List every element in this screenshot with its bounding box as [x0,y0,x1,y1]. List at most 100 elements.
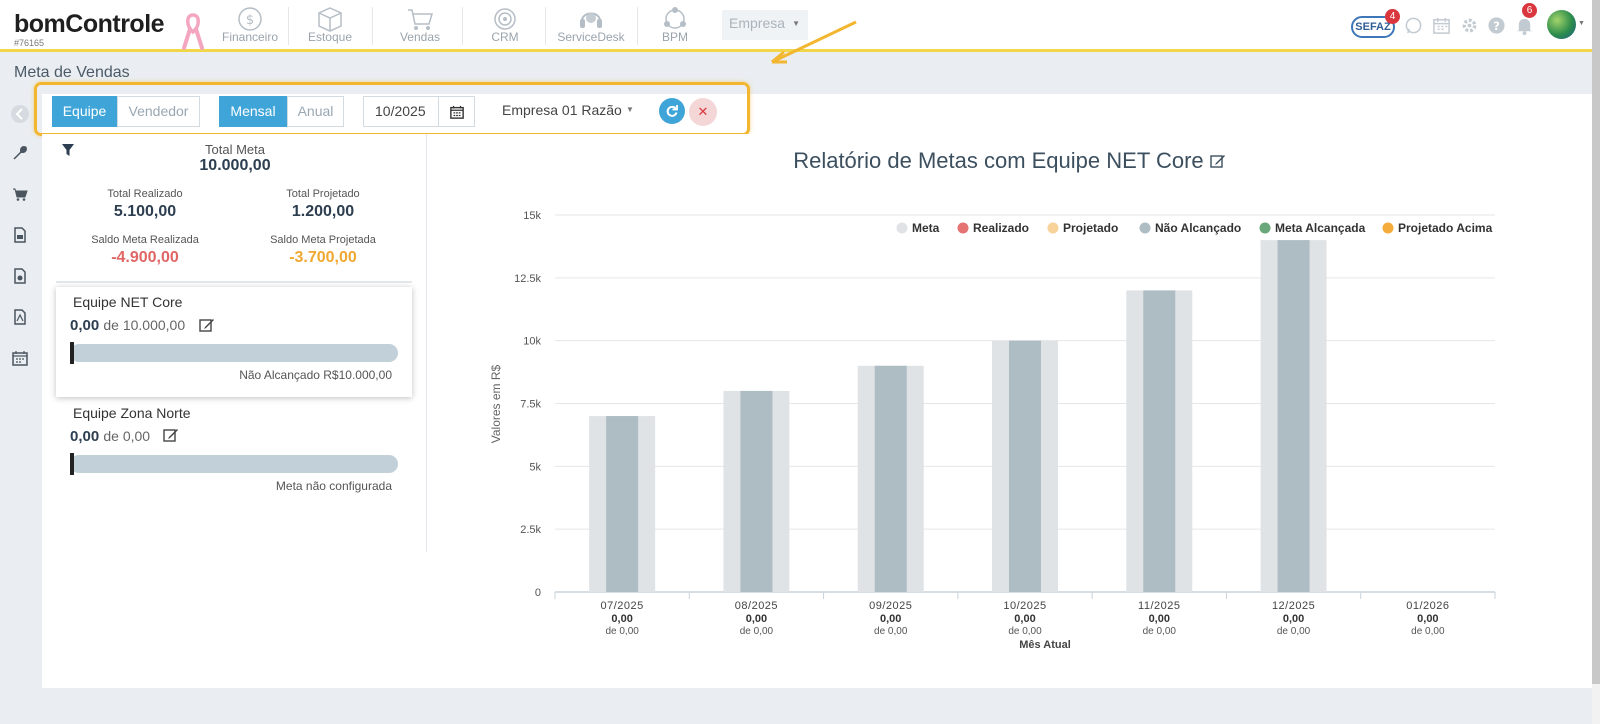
team-progress-bar [70,455,398,473]
saldo-projetada-label: Saldo Meta Projetada [270,234,376,246]
nav-divider [288,7,289,45]
total-realizado-value: 5.100,00 [113,203,177,220]
bell-icon[interactable] [1515,16,1534,35]
caret-down-icon: ▼ [1578,20,1585,27]
legend-marker [1382,222,1394,234]
team-realizado: 0,00 [70,317,100,334]
nav-divider [545,7,546,45]
x-tick-label: 12/2025 [1272,600,1315,612]
x-tick-meta: de 0,00 [1277,626,1311,637]
team-card-net-core[interactable]: Equipe NET Core 0,00 de 10.000,00 Não Al… [56,287,412,397]
sefaz-badge: 4 [1385,9,1400,24]
metas-bar-chart: 0 2.5k 5k 7.5k 10k 12.5k 15k Valores em R$ 07/20… [489,210,1496,651]
svg-text:?: ? [1493,19,1500,33]
legend-label: Meta Alcançada [1275,221,1366,235]
nav-crm[interactable]: CRM [475,0,535,49]
x-tick-realizado: 0,00 [880,613,901,625]
team-card-zona-norte[interactable]: Equipe Zona Norte 0,00 de 0,00 Meta não … [56,397,412,507]
calendar-icon[interactable] [1432,16,1451,35]
notifications-badge: 6 [1522,3,1537,18]
x-tick-realizado: 0,00 [611,613,632,625]
nav-bpm[interactable]: BPM [645,0,705,49]
account-id: #76165 [14,38,45,48]
filter-icon[interactable] [61,143,75,157]
nav-financeiro[interactable]: $ Financeiro [218,0,282,49]
document-chart-icon[interactable] [12,268,28,284]
nav-servicedesk[interactable]: ServiceDesk [553,0,629,49]
bar-nao-alcancado [740,390,773,592]
x-tick-label: 09/2025 [869,600,912,612]
bar-nao-alcancado [874,365,907,592]
page-scrollbar[interactable] [1592,0,1600,724]
calendar-icon[interactable] [12,350,28,366]
x-tick-meta: de 0,00 [874,626,908,637]
bar-nao-alcancado [606,416,639,592]
legend-marker [957,222,969,234]
saldo-realizada-label: Saldo Meta Realizada [91,234,199,246]
x-tick-label: 11/2025 [1138,600,1180,612]
cart-icon [408,9,434,30]
nav-label: CRM [491,30,519,44]
nav-vendas[interactable]: Vendas [388,0,452,49]
page-title: Meta de Vendas [14,64,130,81]
edit-icon[interactable] [163,427,179,443]
y-tick-label: 12.5k [514,273,541,285]
total-meta-label: Total Meta [205,142,265,157]
target-icon [494,8,516,30]
nav-label: Estoque [307,30,353,44]
team-meta: de 10.000,00 [103,317,186,333]
y-tick-label: 0 [535,587,541,599]
legend-label: Não Alcançado [1155,221,1241,235]
dollar-coin-icon: $ [238,7,262,31]
headset-icon [580,12,602,28]
x-tick-label: 07/2025 [601,600,644,612]
cart-icon[interactable] [12,186,28,202]
x-tick-meta: de 0,00 [740,626,774,637]
team-status: Não Alcançado R$10.000,00 [239,368,392,382]
annotation-arrow [771,20,857,64]
summary-divider [56,281,412,283]
saldo-projetada-value: -3.700,00 [289,249,357,266]
x-tick-meta: de 0,00 [1411,626,1445,637]
app-logo[interactable]: bomControle [14,10,165,39]
team-progress-fill [70,453,74,475]
collapse-icon[interactable] [10,104,30,124]
total-realizado-label: Total Realizado [107,188,183,200]
scrollbar-thumb[interactable] [1592,0,1600,684]
x-tick-realizado: 0,00 [1014,613,1035,625]
x-tick-meta: de 0,00 [1008,626,1042,637]
nav-divider [372,7,373,45]
team-amount: 0,00 de 10.000,00 [70,317,185,334]
x-tick-label: 01/2026 [1406,600,1449,612]
y-tick-label: 2.5k [520,524,541,536]
nav-label: BPM [661,30,688,44]
help-icon[interactable]: ? [1487,16,1506,35]
svg-text:$: $ [246,13,254,28]
nav-estoque[interactable]: Estoque [298,0,362,49]
edit-icon[interactable] [199,317,215,333]
team-name: Equipe Zona Norte [73,405,191,421]
team-realizado: 0,00 [70,428,100,445]
wrench-icon[interactable] [12,145,28,161]
team-progress-bar [70,344,398,362]
nav-divider [462,7,463,45]
total-projetado-label: Total Projetado [286,188,360,200]
user-avatar[interactable] [1547,10,1576,39]
pdf-document-icon[interactable] [12,309,28,325]
document-report-icon[interactable] [12,227,28,243]
legend-label: Projetado [1063,221,1118,235]
x-tick-realizado: 0,00 [1417,613,1438,625]
nav-label: ServiceDesk [557,30,625,44]
bar-nao-alcancado [1009,340,1041,592]
legend-marker [1047,222,1059,234]
total-projetado-value: 1.200,00 [291,203,355,220]
x-tick-realizado: 0,00 [746,613,767,625]
x-tick-label: 08/2025 [735,600,778,612]
sefaz-label: SEFAZ [1355,21,1391,33]
legend-marker [1259,222,1271,234]
team-progress-fill [70,342,74,364]
annotation-highlight-box [34,82,750,136]
gear-icon[interactable] [1460,16,1479,35]
nav-label: Financeiro [221,30,279,44]
whatsapp-icon[interactable] [1404,16,1423,35]
